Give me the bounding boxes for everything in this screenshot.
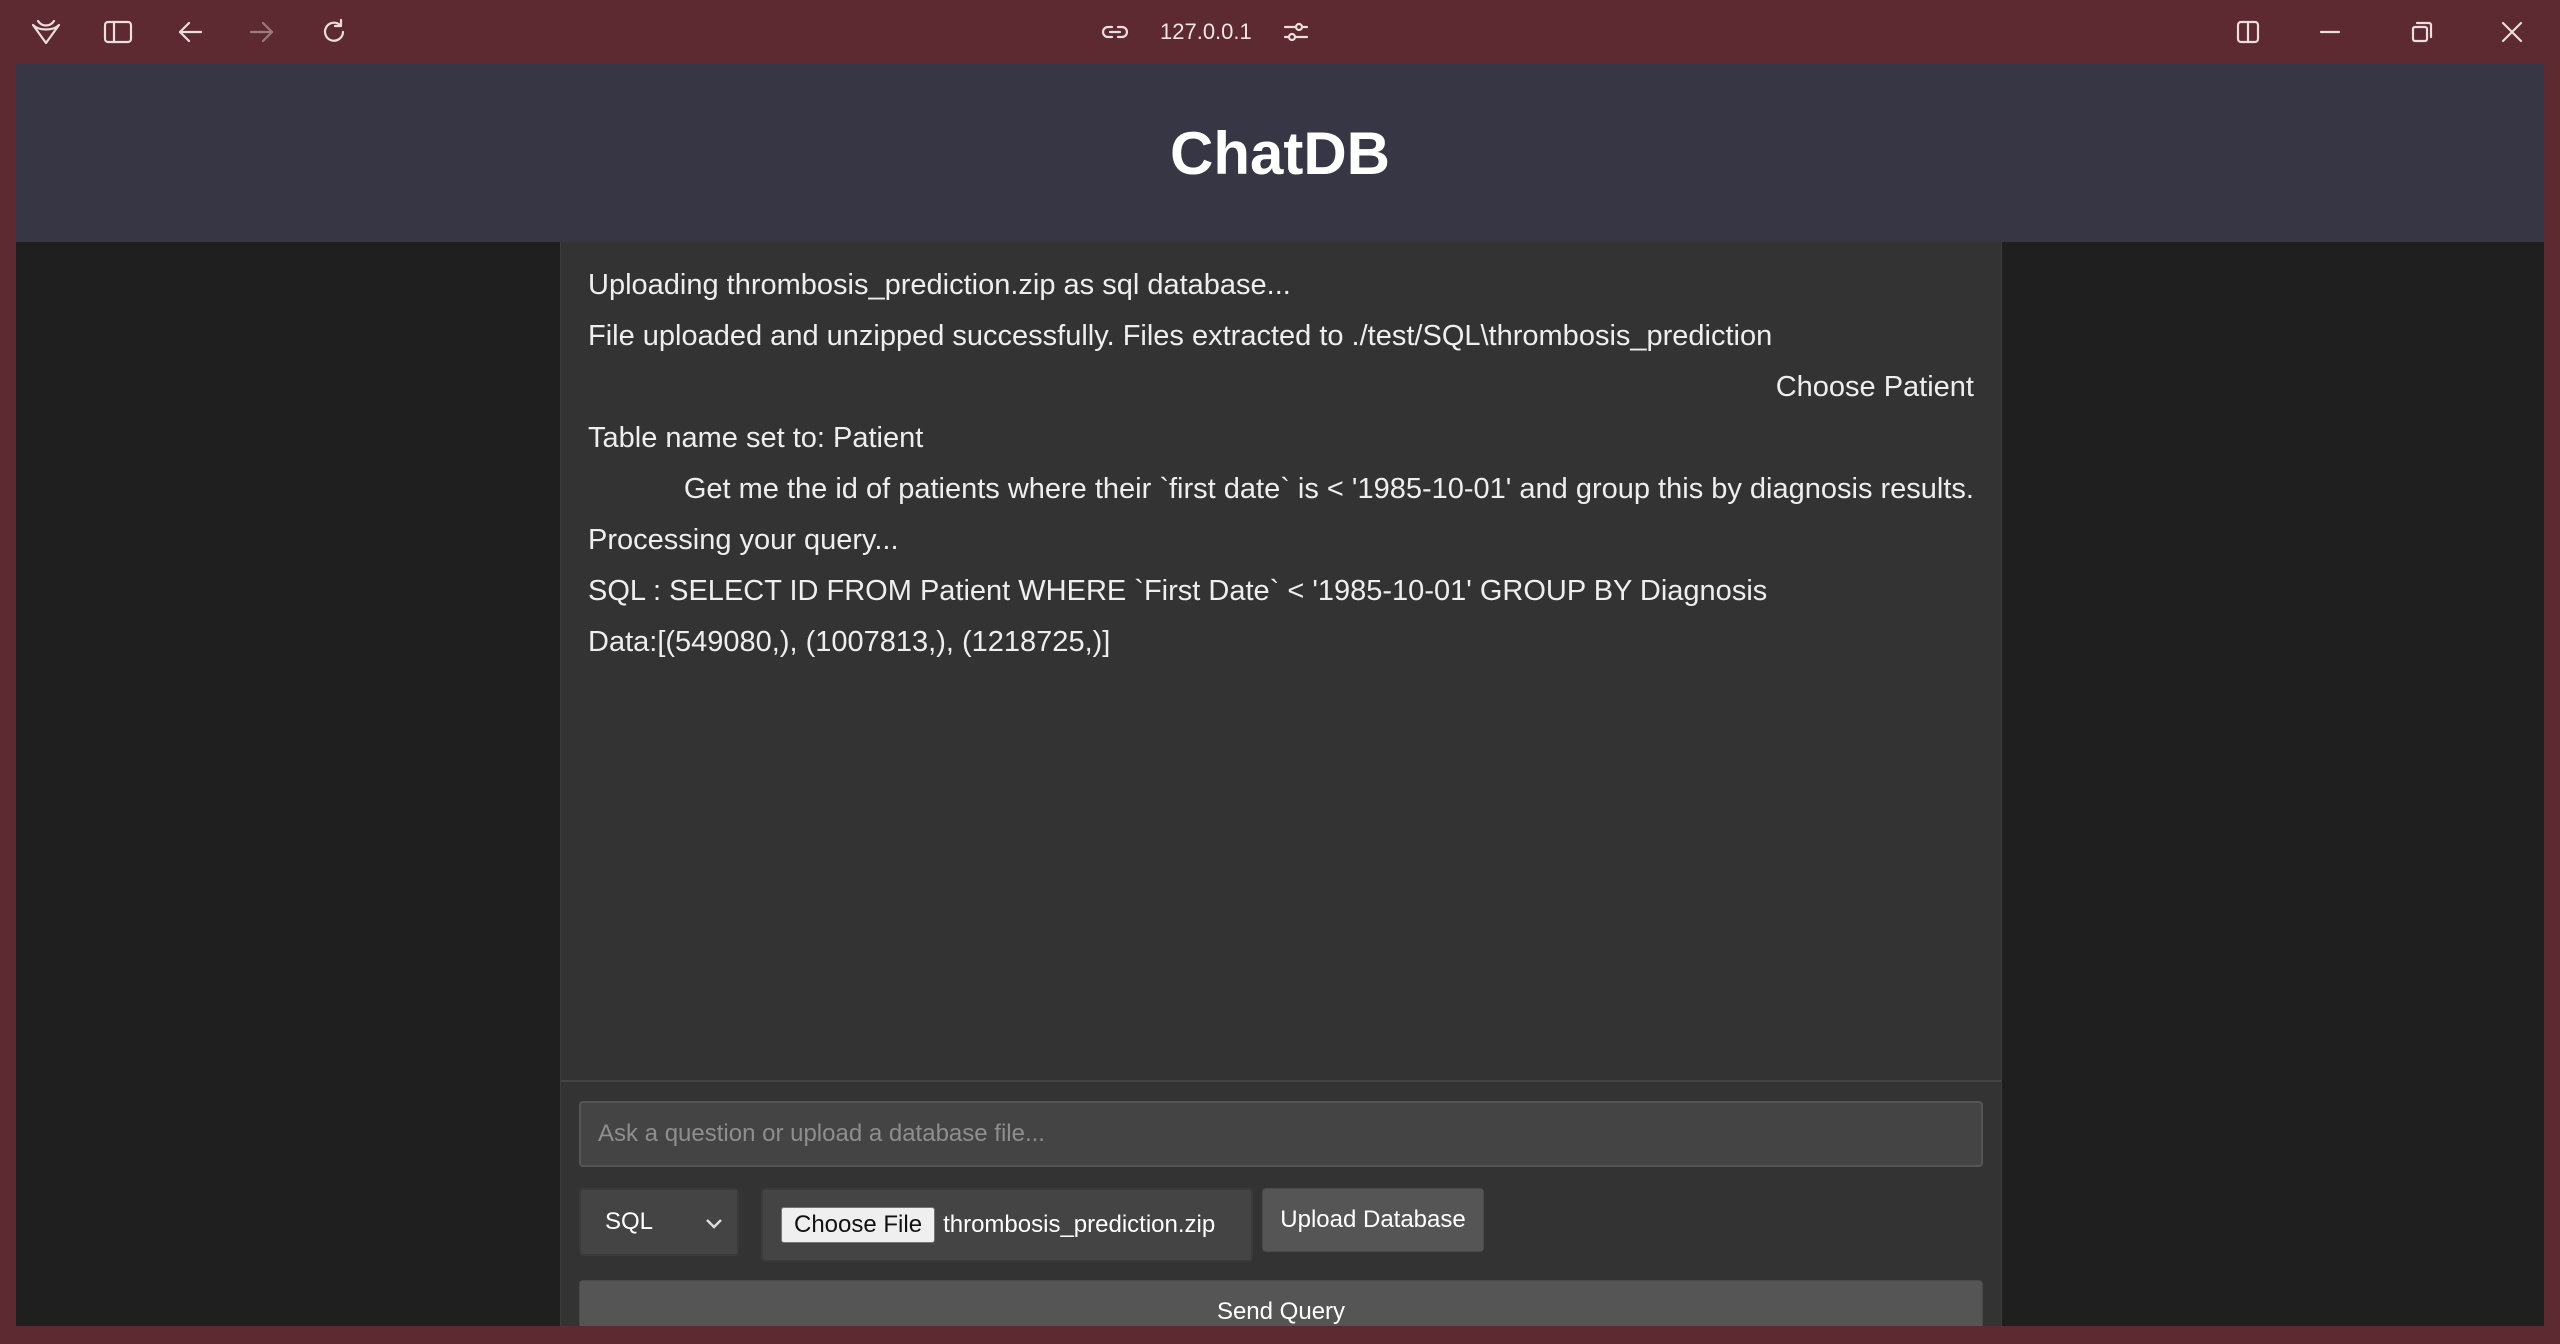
site-settings-icon[interactable] [1282, 19, 1310, 45]
system-message: Processing your query... [588, 524, 899, 556]
app-header: ChatDB [16, 64, 2544, 242]
database-type-select[interactable]: SQL [579, 1188, 739, 1256]
system-message: File uploaded and unzipped successfully.… [588, 320, 1773, 352]
address-text[interactable]: 127.0.0.1 [1160, 19, 1252, 45]
chat-messages[interactable]: Uploading thrombosis_prediction.zip as s… [561, 242, 2001, 1082]
forward-arrow-icon[interactable] [244, 14, 280, 50]
reload-icon[interactable] [316, 14, 352, 50]
query-input[interactable] [579, 1101, 1983, 1167]
chevron-down-icon [703, 1212, 725, 1241]
minimize-icon[interactable] [2312, 14, 2348, 50]
browser-logo-icon[interactable] [28, 14, 64, 50]
selected-file-name: thrombosis_prediction.zip [943, 1211, 1216, 1238]
upload-database-button[interactable]: Upload Database [1262, 1188, 1484, 1252]
split-view-icon[interactable] [2230, 14, 2266, 50]
sidebar-toggle-icon[interactable] [100, 14, 136, 50]
link-icon[interactable] [1100, 22, 1130, 42]
chat-panel: Uploading thrombosis_prediction.zip as s… [560, 242, 2002, 1326]
user-message: Choose Patient [1775, 371, 1974, 403]
app-title: ChatDB [1170, 119, 1390, 187]
browser-toolbar: 127.0.0.1 [0, 0, 2560, 64]
system-message: Uploading thrombosis_prediction.zip as s… [588, 269, 1291, 301]
system-message: Data:[(549080,), (1007813,), (1218725,)] [588, 626, 1111, 658]
system-message: Table name set to: Patient [588, 422, 924, 454]
file-input[interactable]: Choose File thrombosis_prediction.zip [761, 1188, 1253, 1262]
back-arrow-icon[interactable] [172, 14, 208, 50]
database-type-value: SQL [605, 1208, 654, 1235]
user-message: Get me the id of patients where their `f… [683, 473, 1974, 505]
address-bar[interactable]: 127.0.0.1 [1100, 14, 1310, 50]
send-query-button[interactable]: Send Query [579, 1280, 1983, 1326]
page-viewport: ChatDB Uploading thrombosis_prediction.z… [16, 64, 2544, 1326]
close-icon[interactable] [2494, 14, 2530, 50]
choose-file-button[interactable]: Choose File [781, 1207, 936, 1243]
system-message: SQL : SELECT ID FROM Patient WHERE `Firs… [588, 575, 1768, 607]
restore-icon[interactable] [2404, 14, 2440, 50]
